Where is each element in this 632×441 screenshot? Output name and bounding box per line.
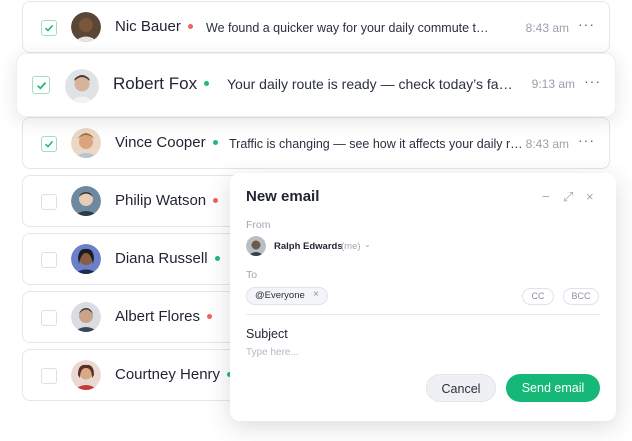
email-row-highlighted[interactable]: Robert Fox Your daily route is ready — c… [16,53,616,117]
email-preview: We found a quicker way for your daily co… [206,21,489,35]
email-preview: Traffic is changing — see how it affects… [229,137,523,151]
sender-name: Diana Russell [115,250,220,267]
to-label: To [246,269,258,281]
email-preview: Your daily route is ready — check today’… [227,76,513,92]
row-checkbox[interactable] [41,368,57,384]
bcc-button[interactable]: BCC [563,288,599,305]
email-time: 8:43 am [525,137,569,151]
from-name[interactable]: Ralph Edwards [274,241,343,252]
avatar [71,302,101,332]
status-dot [214,255,220,261]
cc-button[interactable]: CC [522,288,554,305]
recipient-chip-label: @Everyone [255,290,305,301]
status-dot [207,313,213,319]
sender-name: Philip Watson [115,192,219,209]
divider [246,314,600,315]
message-body-input[interactable]: Type here... [246,347,299,358]
check-icon [37,82,47,90]
status-dot [204,81,210,87]
sender-avatar [246,236,266,256]
compose-title: New email [246,188,320,205]
avatar [71,186,101,216]
compose-dialog: New email − ⤢ × From Ralph Edwards (me) … [230,173,616,421]
email-row[interactable]: Vince Cooper Traffic is changing — see h… [22,117,610,169]
sender-name: Robert Fox [113,74,210,94]
sender-name: Nic Bauer [115,18,193,35]
more-options-icon[interactable]: ··· [584,73,601,89]
cancel-button[interactable]: Cancel [426,374,496,402]
minimize-icon[interactable]: − [542,189,550,204]
avatar [71,128,101,158]
from-label: From [246,219,271,231]
check-icon [44,24,54,32]
row-checkbox[interactable] [41,20,57,36]
avatar [71,244,101,274]
email-time: 8:43 am [525,21,569,35]
sender-name: Courtney Henry [115,366,233,383]
more-options-icon[interactable]: ··· [578,16,595,32]
avatar [71,360,101,390]
sender-name: Vince Cooper [115,134,218,151]
email-time: 9:13 am [531,77,575,91]
more-options-icon[interactable]: ··· [578,132,595,148]
send-email-button[interactable]: Send email [506,374,600,402]
expand-icon[interactable]: ⤢ [563,189,573,205]
remove-recipient-icon[interactable]: × [313,289,319,300]
status-dot [187,23,193,29]
row-checkbox[interactable] [41,136,57,152]
sender-name: Albert Flores [115,308,213,325]
from-me-label: (me) [341,241,361,252]
close-icon[interactable]: × [586,189,594,204]
avatar [71,12,101,42]
status-dot [212,139,218,145]
status-dot [213,197,219,203]
email-row[interactable]: Nic Bauer We found a quicker way for you… [22,1,610,53]
avatar [65,69,99,103]
row-checkbox[interactable] [41,252,57,268]
row-checkbox[interactable] [41,310,57,326]
row-checkbox[interactable] [32,76,50,94]
row-checkbox[interactable] [41,194,57,210]
subject-field[interactable]: Subject [246,327,288,341]
check-icon [44,140,54,148]
chevron-down-icon[interactable]: ⌄ [364,240,371,249]
